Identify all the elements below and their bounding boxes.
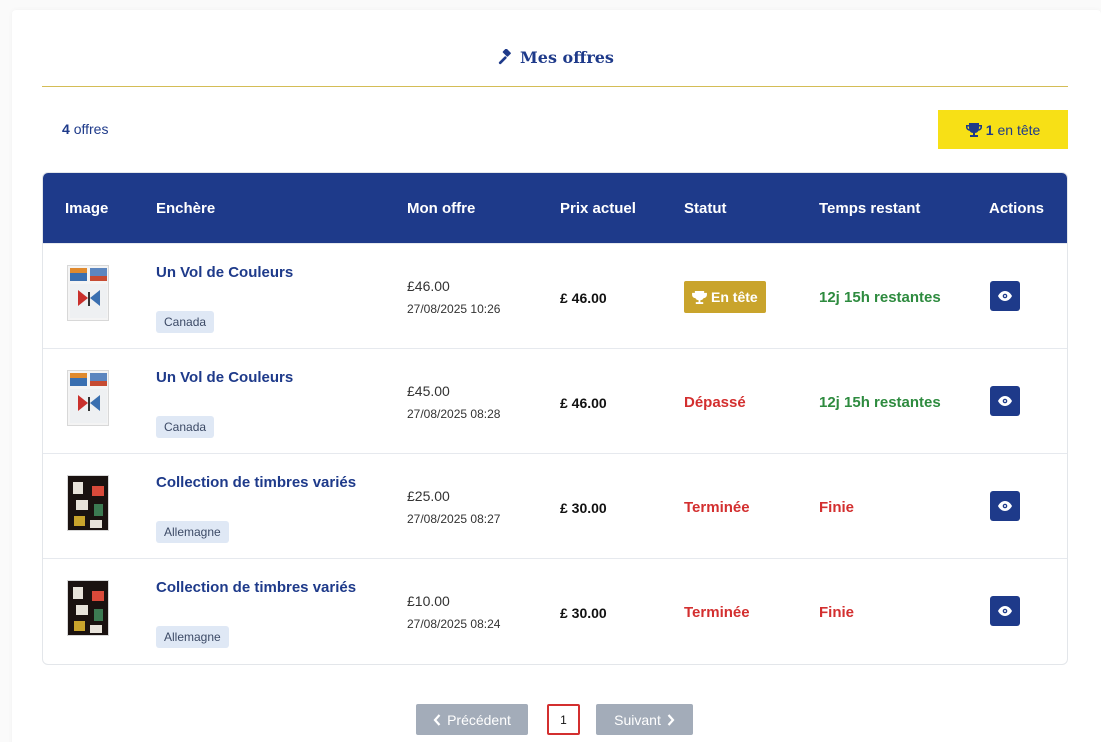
header-my-offer: Mon offre	[407, 199, 476, 217]
offer-count-label: offres	[73, 121, 109, 137]
time-remaining: Finie	[819, 604, 855, 621]
header-current-price: Prix actuel	[560, 199, 636, 217]
header-status: Statut	[684, 199, 727, 217]
chevron-right-icon	[667, 713, 675, 726]
eye-icon	[998, 291, 1012, 301]
my-offer-date: 27/08/2025 08:28	[407, 407, 501, 421]
previous-page-button[interactable]: Précédent	[416, 704, 528, 735]
trophy-icon	[965, 122, 982, 137]
my-offer-amount: £45.00	[407, 383, 450, 399]
chevron-left-icon	[433, 713, 441, 726]
current-page-button[interactable]: 1	[547, 704, 580, 735]
gavel-icon	[498, 48, 511, 64]
header-auction: Enchère	[156, 199, 216, 217]
my-offer-date: 27/08/2025 08:24	[407, 617, 501, 631]
table-row: Collection de timbres variés Allemagne £…	[43, 453, 1067, 558]
next-page-button[interactable]: Suivant	[596, 704, 693, 735]
page-title-text: Mes offres	[520, 48, 614, 67]
offers-table: Image Enchère Mon offre Prix actuel Stat…	[42, 172, 1068, 665]
auction-title-link[interactable]: Collection de timbres variés	[156, 579, 356, 596]
my-offer-amount: £25.00	[407, 488, 450, 504]
title-divider	[42, 86, 1068, 87]
view-button[interactable]	[990, 386, 1020, 416]
status-ended: Terminée	[684, 499, 750, 516]
my-offer-amount: £46.00	[407, 278, 450, 294]
status-label: En tête	[711, 289, 758, 305]
current-price: £ 30.00	[560, 500, 607, 516]
pagination: Précédent 1 Suivant	[0, 704, 1101, 735]
table-row: Un Vol de Couleurs Canada £46.00 27/08/2…	[43, 243, 1067, 348]
time-remaining: 12j 15h restantes	[819, 394, 941, 411]
time-remaining: 12j 15h restantes	[819, 289, 941, 306]
next-page-label: Suivant	[614, 711, 661, 728]
country-tag: Allemagne	[156, 626, 229, 648]
auction-title-link[interactable]: Un Vol de Couleurs	[156, 264, 293, 281]
country-tag: Allemagne	[156, 521, 229, 543]
country-tag: Canada	[156, 311, 215, 333]
header-time-left: Temps restant	[819, 199, 921, 217]
leading-count-badge: 1 en tête	[938, 110, 1068, 149]
current-price: £ 46.00	[560, 290, 607, 306]
leading-count-value: 1	[985, 121, 994, 138]
view-button[interactable]	[990, 281, 1020, 311]
status-outbid: Dépassé	[684, 394, 746, 411]
header-actions: Actions	[989, 199, 1045, 217]
header-image: Image	[65, 199, 109, 217]
trophy-icon	[692, 290, 707, 304]
auction-title-link[interactable]: Collection de timbres variés	[156, 474, 356, 491]
view-button[interactable]	[990, 491, 1020, 521]
eye-icon	[998, 606, 1012, 616]
country-tag: Canada	[156, 416, 215, 438]
eye-icon	[998, 396, 1012, 406]
stamp-butterfly-image[interactable]	[67, 370, 109, 426]
current-price: £ 46.00	[560, 395, 607, 411]
table-row: Collection de timbres variés Allemagne £…	[43, 558, 1067, 663]
time-remaining: Finie	[819, 499, 855, 516]
status-badge-leading: En tête	[684, 281, 766, 313]
stamp-collection-image[interactable]	[67, 580, 109, 636]
leading-count-label: en tête	[997, 121, 1041, 138]
auction-title-link[interactable]: Un Vol de Couleurs	[156, 369, 293, 386]
eye-icon	[998, 501, 1012, 511]
my-offer-date: 27/08/2025 08:27	[407, 512, 501, 526]
table-header: Image Enchère Mon offre Prix actuel Stat…	[43, 173, 1067, 243]
my-offer-amount: £10.00	[407, 593, 450, 609]
view-button[interactable]	[990, 596, 1020, 626]
status-ended: Terminée	[684, 604, 750, 621]
stamp-collection-image[interactable]	[67, 475, 109, 531]
stamp-butterfly-image[interactable]	[67, 265, 109, 321]
offer-count-value: 4	[62, 121, 70, 137]
offer-count: 4 offres	[62, 121, 108, 137]
table-row: Un Vol de Couleurs Canada £45.00 27/08/2…	[43, 348, 1067, 453]
previous-page-label: Précédent	[447, 711, 511, 728]
my-offer-date: 27/08/2025 10:26	[407, 302, 501, 316]
current-price: £ 30.00	[560, 605, 607, 621]
page-title: Mes offres	[42, 48, 1068, 67]
